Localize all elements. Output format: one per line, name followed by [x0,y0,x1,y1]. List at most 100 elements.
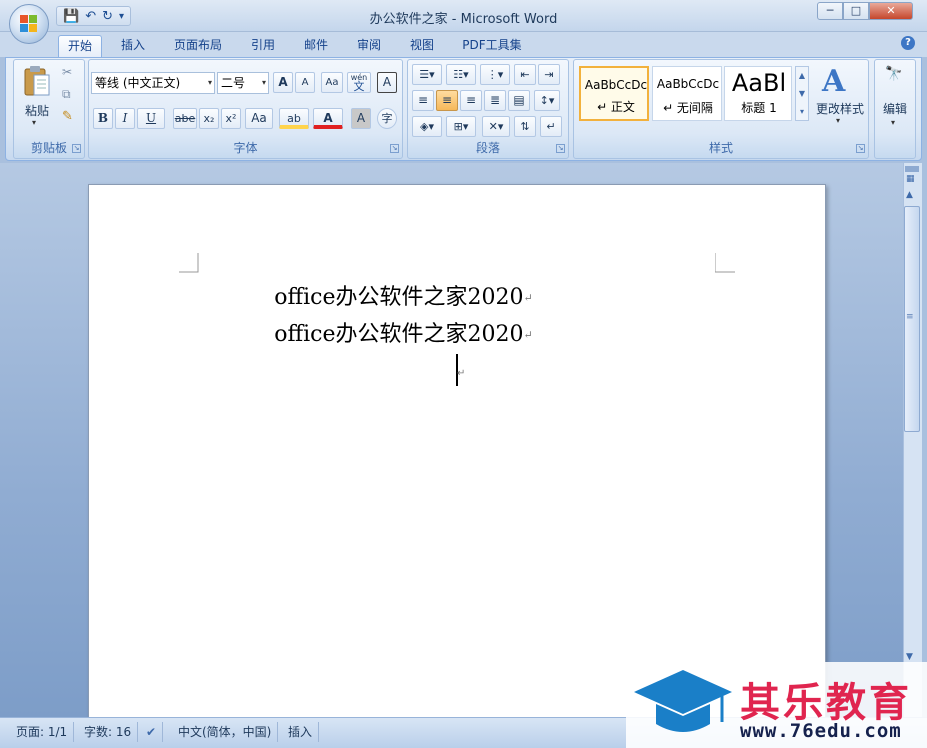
increase-indent-icon[interactable]: ⇥ [538,64,560,85]
dialog-launcher-icon[interactable]: ↘ [856,144,865,153]
style-sample: AaBbCcDc [656,77,720,91]
shrink-font-button[interactable]: A [295,72,315,93]
font-name-value: 等线 (中文正文) [95,76,181,90]
underline-button[interactable]: U [137,108,165,129]
style-no-spacing[interactable]: AaBbCcDc ↵ 无间隔 [652,66,722,121]
style-name: ↵ 正文 [597,100,635,114]
align-right-icon[interactable]: ≡ [460,90,482,111]
style-name: ↵ 无间隔 [663,101,713,115]
tab-references[interactable]: 引用 [242,35,284,57]
decrease-indent-icon[interactable]: ⇤ [514,64,536,85]
document-line-1[interactable]: office办公软件之家2020↵ [0,279,817,311]
help-icon[interactable]: ? [901,36,915,50]
italic-button[interactable]: I [115,108,135,129]
view-ruler-icon[interactable]: ▦ [906,174,915,184]
tab-home[interactable]: 开始 [58,35,102,57]
chinese-layout-icon[interactable]: ✕▾ [482,116,510,137]
group-font: 等线 (中文正文) ▾ 二号 ▾ A A Aa wén 文 A B I U abe x… [88,59,403,159]
group-label-styles: 样式 [708,141,733,155]
margin-corner-mark [715,253,735,273]
style-normal[interactable]: AaBbCcDc ↵ 正文 [579,66,649,121]
justify-icon[interactable]: ≣ [484,90,506,111]
change-case-button[interactable]: Aa [245,108,273,129]
numbering-icon[interactable]: ☷▾ [446,64,476,85]
office-button[interactable] [9,4,49,44]
paste-icon[interactable] [22,64,52,98]
document-line-2[interactable]: office办公软件之家2020↵ [0,316,817,348]
superscript-button[interactable]: x² [221,108,241,129]
bold-button[interactable]: B [93,108,113,129]
style-heading-1[interactable]: AaBl 标题 1 [724,66,792,121]
paragraph-mark: ↵ [523,328,533,342]
line-spacing-icon[interactable]: ↕▾ [534,90,560,111]
phonetic-char: 文 [353,80,365,93]
clear-formatting-icon[interactable]: Aa [321,72,343,93]
multilevel-list-icon[interactable]: ⋮▾ [480,64,510,85]
style-name: 标题 1 [741,101,777,115]
sort-icon[interactable]: ⇅ [514,116,536,137]
margin-corner-mark [179,253,199,273]
tab-mailings[interactable]: 邮件 [295,35,337,57]
paragraph-mark: ↵ [457,368,466,379]
shading-icon[interactable]: ◈▾ [412,116,442,137]
highlight-color-button[interactable]: ab [279,108,309,129]
window-title: 办公软件之家 - Microsoft Word [369,12,558,27]
character-shading-button[interactable]: A [351,108,371,129]
close-button[interactable]: ✕ [869,2,913,20]
dialog-launcher-icon[interactable]: ↘ [72,144,81,153]
change-styles-icon[interactable]: A [822,64,845,99]
ribbon-tab-row: 开始 插入 页面布局 引用 邮件 审阅 视图 PDF工具集 [0,32,927,57]
format-painter-icon[interactable]: ✎ [62,109,73,124]
status-word-count[interactable]: 字数: 16 [78,722,139,742]
bullets-icon[interactable]: ☰▾ [412,64,442,85]
font-name-select[interactable]: 等线 (中文正文) ▾ [91,72,215,94]
binoculars-icon[interactable]: 🔭 [885,66,902,82]
character-border-button[interactable]: A [377,72,397,93]
change-styles-button[interactable]: 更改样式 [814,100,866,117]
graduation-cap-icon [634,670,732,732]
tab-insert[interactable]: 插入 [112,35,154,57]
font-size-value: 二号 [221,76,246,90]
paste-button[interactable]: 粘贴 [22,102,52,119]
borders-icon[interactable]: ⊞▾ [446,116,476,137]
grip-icon: ≡ [906,312,914,322]
status-language[interactable]: 中文(简体，中国) [172,722,279,742]
minimize-button[interactable]: ─ [817,2,843,20]
tab-pdf-tools[interactable]: PDF工具集 [456,35,528,57]
style-gallery-scroll[interactable]: ▲ ▼ ▾ [795,66,809,121]
document-page[interactable] [88,184,826,724]
align-left-icon[interactable]: ≡ [412,90,434,111]
show-marks-icon[interactable]: ↵ [540,116,562,137]
dialog-launcher-icon[interactable]: ↘ [390,144,399,153]
group-paragraph: ☰▾ ☷▾ ⋮▾ ⇤ ⇥ ≡ ≡ ≡ ≣ ▤ ↕▾ ◈▾ ⊞▾ ✕▾ ⇅ ↵ 段… [407,59,569,159]
subscript-button[interactable]: x₂ [199,108,219,129]
paste-dropdown-icon[interactable]: ▾ [32,118,36,127]
font-color-button[interactable]: A [313,108,343,129]
tab-view[interactable]: 视图 [401,35,443,57]
distributed-icon[interactable]: ▤ [508,90,530,111]
maximize-button[interactable]: □ [843,2,869,20]
strikethrough-button[interactable]: abe [173,108,197,129]
editing-button[interactable]: 编辑 [875,100,915,117]
scroll-up-icon[interactable]: ▲ [906,190,913,200]
dialog-launcher-icon[interactable]: ↘ [556,144,565,153]
copy-icon[interactable]: ⧉ [62,87,71,102]
tab-page-layout[interactable]: 页面布局 [166,35,230,57]
phonetic-guide-button[interactable]: wén 文 [347,72,371,93]
align-center-icon[interactable]: ≡ [436,90,458,111]
font-size-select[interactable]: 二号 ▾ [217,72,269,94]
chevron-down-icon: ▾ [836,116,841,125]
cut-icon[interactable]: ✂ [62,65,72,79]
ruler-toggle-icon[interactable] [905,166,919,172]
chevron-down-icon: ▾ [891,118,896,127]
paragraph-mark: ↵ [523,291,533,305]
grow-font-button[interactable]: A [273,72,293,93]
proofing-icon[interactable]: ✔ [140,722,164,742]
scroll-down-icon[interactable]: ▼ [906,652,913,662]
tab-review[interactable]: 审阅 [348,35,390,57]
enclose-characters-button[interactable]: 字 [377,108,397,129]
office-logo-icon [20,15,38,33]
status-page[interactable]: 页面: 1/1 [10,722,75,742]
style-sample: AaBl [731,69,787,97]
status-insert-mode[interactable]: 插入 [282,722,320,742]
